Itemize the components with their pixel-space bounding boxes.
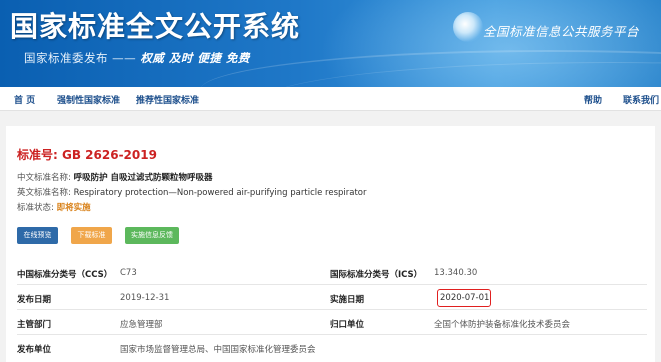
status-row: 标准状态: 即将实施 — [17, 201, 91, 213]
table-row: 发布日期 2019-12-31 实施日期 2020-07-01 — [17, 287, 647, 310]
download-button[interactable]: 下载标准 — [71, 227, 112, 244]
department-value: 应急管理部 — [120, 320, 163, 330]
responsible-unit-value: 全国个体防护装备标准化技术委员会 — [434, 320, 571, 330]
nav-help[interactable]: 帮助 — [584, 93, 602, 106]
standard-detail-card: 标准号: GB 2626-2019 中文标准名称: 呼吸防护 自吸过滤式防颗粒物… — [6, 126, 655, 362]
standard-number-label: 标准号: — [17, 148, 58, 162]
site-title: 国家标准全文公开系统 — [10, 10, 301, 43]
publish-date-value: 2019-12-31 — [120, 293, 170, 303]
feedback-button[interactable]: 实施信息反馈 — [125, 227, 179, 244]
cn-name-row: 中文标准名称: 呼吸防护 自吸过滤式防颗粒物呼吸器 — [17, 171, 213, 183]
nav-recommended-standards[interactable]: 推荐性国家标准 — [136, 93, 199, 106]
nav-home[interactable]: 首 页 — [14, 93, 35, 106]
planet-decoration — [453, 12, 483, 42]
slogan-words: 权威 及时 便捷 免费 — [140, 51, 250, 65]
preview-button[interactable]: 在线预览 — [17, 227, 58, 244]
status-label: 标准状态: — [17, 203, 54, 213]
cn-name-value: 呼吸防护 自吸过滤式防颗粒物呼吸器 — [73, 173, 213, 183]
table-row: 发布单位 国家市场监督管理总局、中国国家标准化管理委员会 — [17, 337, 647, 360]
standard-number: 标准号: GB 2626-2019 — [17, 146, 157, 163]
site-slogan: 国家标准委发布 —— 权威 及时 便捷 免费 — [24, 50, 250, 66]
slogan-publisher: 国家标准委发布 — [24, 51, 108, 65]
en-name-row: 英文标准名称: Respiratory protection—Non-power… — [17, 186, 367, 198]
nav-contact[interactable]: 联系我们 — [623, 93, 659, 106]
cn-name-label: 中文标准名称: — [17, 173, 71, 183]
implement-date-label: 实施日期 — [330, 295, 365, 305]
issuer-label: 发布单位 — [17, 345, 52, 355]
en-name-label: 英文标准名称: — [17, 188, 71, 198]
en-name-value: Respiratory protection—Non-powered air-p… — [73, 188, 367, 198]
nav-mandatory-standards[interactable]: 强制性国家标准 — [57, 93, 120, 106]
table-row: 主管部门 应急管理部 归口单位 全国个体防护装备标准化技术委员会 — [17, 312, 647, 335]
site-banner: 国家标准全文公开系统 国家标准委发布 —— 权威 及时 便捷 免费 全国标准信息… — [0, 0, 661, 87]
standard-number-value: GB 2626-2019 — [62, 148, 157, 162]
implement-date-value: 2020-07-01 — [440, 293, 490, 303]
ics-label: 国际标准分类号（ICS） — [330, 270, 423, 280]
ics-value: 13.340.30 — [434, 268, 478, 278]
issuer-value: 国家市场监督管理总局、中国国家标准化管理委员会 — [120, 345, 316, 355]
ccs-value: C73 — [120, 268, 137, 278]
table-row: 中国标准分类号（CCS） C73 国际标准分类号（ICS） 13.340.30 — [17, 262, 647, 285]
department-label: 主管部门 — [17, 320, 52, 330]
publish-date-label: 发布日期 — [17, 295, 52, 305]
ccs-label: 中国标准分类号（CCS） — [17, 270, 113, 280]
platform-name: 全国标准信息公共服务平台 — [482, 24, 639, 39]
status-badge: 即将实施 — [56, 203, 91, 213]
responsible-unit-label: 归口单位 — [330, 320, 365, 330]
main-nav: 首 页 强制性国家标准 推荐性国家标准 帮助 联系我们 — [0, 87, 661, 111]
slogan-dash: —— — [112, 51, 137, 65]
